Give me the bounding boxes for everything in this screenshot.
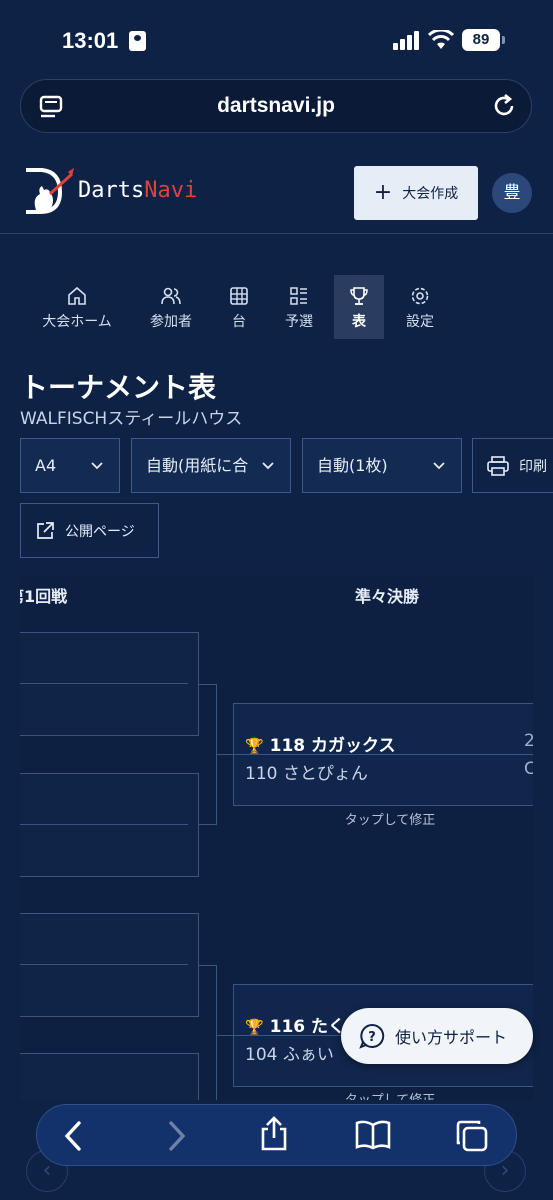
tab-qualifiers[interactable]: 予選 [278,275,320,339]
id-badge-icon [129,31,146,51]
chevron-down-icon [433,462,445,470]
winner-score: 116 [269,1017,306,1037]
bracket-connector [199,684,217,825]
tab-label: 設定 [406,314,434,330]
round-1-label: 第1回戦 [20,587,68,606]
round-1-slot[interactable] [20,632,199,736]
tab-settings[interactable]: 設定 [398,275,442,339]
tab-label: 予選 [285,314,313,330]
create-tournament-label: 大会作成 [402,186,459,202]
back-icon[interactable] [61,1119,85,1153]
print-button[interactable]: 印刷 [472,438,553,493]
signal-icon [393,31,419,50]
tab-label: 表 [352,314,366,330]
scale-value: 自動(用紙に合 [146,456,249,475]
public-page-button[interactable]: 公開ページ [20,503,159,558]
slot-divider [20,683,188,684]
dartsnavi-logo-icon[interactable] [22,164,76,216]
trophy-icon: 🏆 [245,1018,264,1036]
share-icon[interactable] [259,1116,289,1152]
paper-size-value: A4 [35,456,57,475]
trophy-icon: 🏆 [245,737,264,755]
slot-divider [20,964,188,965]
page-count-value: 自動(1枚) [317,456,388,475]
bracket-connector [199,965,217,1100]
edit-hint[interactable]: タップして修正 [233,809,533,828]
avatar[interactable]: 豊 [492,173,532,213]
loser-name: ふぁい [282,1045,334,1065]
print-label: 印刷 [519,458,547,475]
bookmarks-icon[interactable] [355,1119,391,1151]
match-winner: 🏆 118 カガックス [245,731,396,756]
browser-toolbar [36,1104,517,1166]
tab-tournament-home[interactable]: 大会ホーム [37,275,117,339]
printer-icon [487,455,509,476]
users-icon [161,287,181,305]
status-bar: 13:01 89 [0,0,553,78]
address-bar[interactable]: dartsnavi.jp [20,79,532,133]
scale-select[interactable]: 自動(用紙に合 [131,438,291,493]
tab-label: 大会ホーム [42,314,112,330]
quarterfinal-label: 準々決勝 [355,587,420,606]
page-title: トーナメント表 [20,371,217,404]
edit-hint[interactable]: タップして修正 [233,1089,533,1100]
help-label: 使い方サポート [395,1028,508,1047]
brand-prefix: Darts [78,178,145,203]
winner-name: カガックス [311,736,396,756]
help-chat-icon: ? [359,1023,385,1049]
plus-icon: + [373,180,393,205]
round-1-slot[interactable] [20,913,199,1017]
tab-participants[interactable]: 参加者 [144,275,198,339]
winner-score: 118 [269,736,306,756]
url-text: dartsnavi.jp [217,94,335,117]
round-1-slot[interactable] [20,1053,199,1100]
list-icon [290,287,307,305]
create-tournament-button[interactable]: + 大会作成 [354,166,478,220]
winner-name: たく [311,1017,346,1037]
clipped-score: C [524,759,533,779]
slot-divider [20,824,188,825]
trophy-icon [350,287,368,305]
bracket-connector [217,1035,233,1036]
grid-icon [230,287,248,305]
help-support-button[interactable]: ? 使い方サポート [341,1008,533,1064]
loser-name: さとぴょん [282,764,368,784]
clipped-score: 2 [524,731,533,751]
match-card[interactable]: 🏆 118 カガックス 110 さとぴょん 2 C [233,703,533,806]
page-count-select[interactable]: 自動(1枚) [302,438,462,493]
bracket-connector [217,754,233,755]
chevron-down-icon [91,462,103,470]
chevron-down-icon [262,462,274,470]
gear-icon [411,287,429,305]
tab-label: 参加者 [150,314,192,330]
tab-boards[interactable]: 台 [222,275,256,339]
match-winner: 🏆 116 たく [245,1012,345,1037]
round-1-slot[interactable] [20,773,199,877]
tournament-name: WALFISCHスティールハウス [20,409,243,429]
brand-suffix: Navi [144,178,198,203]
brand-name[interactable]: DartsNavi [78,178,197,203]
loser-score: 104 [245,1045,278,1065]
paper-size-select[interactable]: A4 [20,438,120,493]
status-time: 13:01 [62,28,119,53]
svg-text:?: ? [368,1030,376,1045]
external-link-icon [37,521,54,539]
home-icon [68,286,86,305]
wifi-icon [428,30,454,49]
forward-icon[interactable] [165,1119,189,1153]
tabs-icon[interactable] [455,1119,489,1153]
match-loser: 110 さとぴょん [245,759,368,784]
battery-indicator: 89 [462,29,505,51]
tab-bracket[interactable]: 表 [334,275,384,339]
public-page-label: 公開ページ [65,523,135,540]
reload-icon[interactable] [491,93,517,119]
tab-label: 台 [232,314,246,330]
loser-score: 110 [245,764,278,784]
match-loser: 104 ふぁい [245,1040,334,1065]
